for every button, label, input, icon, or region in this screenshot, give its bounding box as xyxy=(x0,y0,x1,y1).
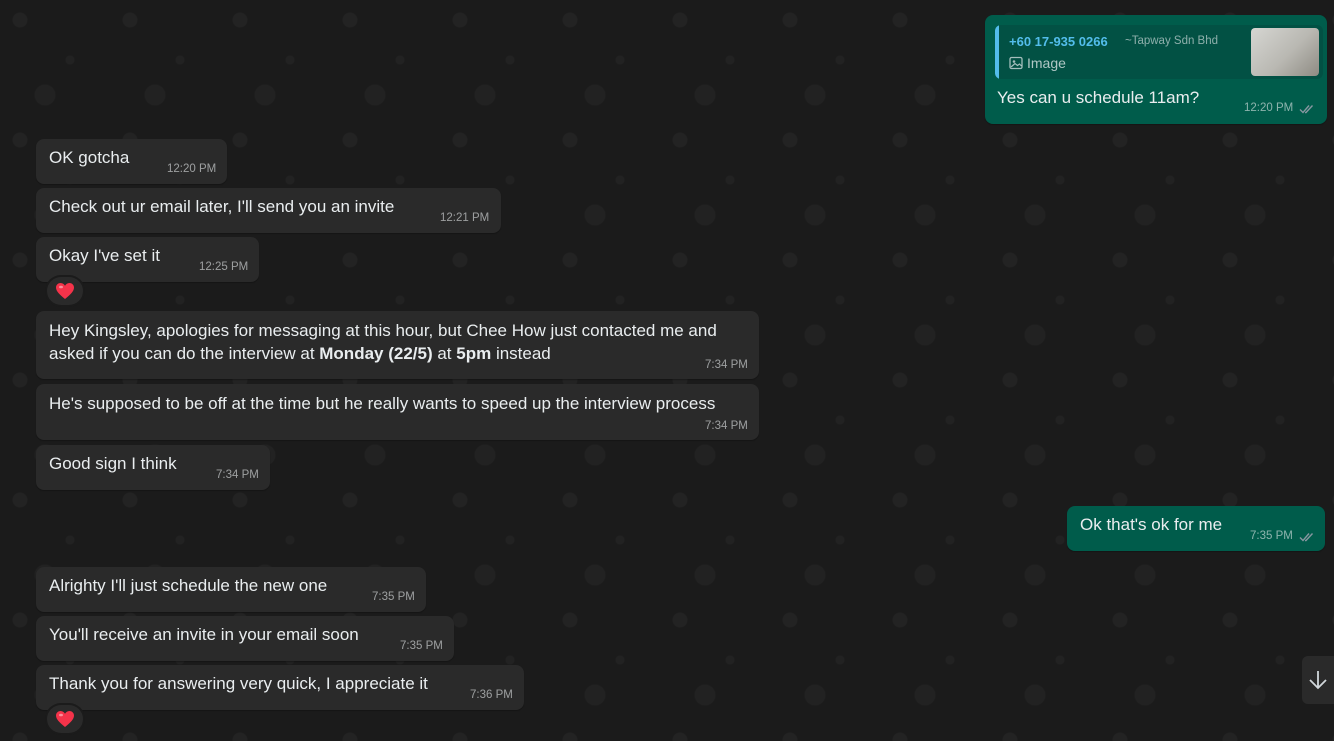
incoming-message-bubble[interactable]: OK gotcha 12:20 PM xyxy=(36,139,227,184)
incoming-message-bubble[interactable]: Alrighty I'll just schedule the new one … xyxy=(36,567,426,612)
message-text-line-1: Hey Kingsley, apologies for messaging at… xyxy=(49,321,717,340)
arrow-down-icon xyxy=(1309,671,1327,690)
image-icon xyxy=(1009,56,1023,70)
message-time: 7:35 PM xyxy=(372,591,415,603)
incoming-message-bubble[interactable]: Thank you for answering very quick, I ap… xyxy=(36,665,524,710)
message-text: Good sign I think xyxy=(49,454,177,473)
message-text: Check out ur email later, I'll send you … xyxy=(49,197,395,216)
reaction-badge[interactable] xyxy=(47,277,83,305)
outgoing-message-bubble[interactable]: +60 17-935 0266 ~Tapway Sdn Bhd Image Ye… xyxy=(985,15,1327,124)
read-ticks-icon xyxy=(1299,533,1314,542)
message-text-part: asked if you can do the interview at xyxy=(49,344,320,363)
message-text: Yes can u schedule 11am? xyxy=(997,88,1200,107)
message-time: 7:34 PM xyxy=(216,469,259,481)
quote-image-thumbnail[interactable] xyxy=(1251,28,1319,76)
message-time: 7:35 PM xyxy=(400,640,443,652)
incoming-message-bubble[interactable]: Good sign I think 7:34 PM xyxy=(36,445,270,490)
message-text: You'll receive an invite in your email s… xyxy=(49,625,359,644)
read-ticks-icon xyxy=(1299,105,1314,114)
message-time: 12:21 PM xyxy=(440,212,490,224)
message-time: 7:34 PM xyxy=(705,359,748,371)
incoming-message-bubble[interactable]: You'll receive an invite in your email s… xyxy=(36,616,454,661)
heart-reaction-icon xyxy=(56,711,74,727)
message-text: Okay I've set it xyxy=(49,246,160,265)
message-time: 12:20 PM xyxy=(167,163,217,175)
message-text: Alrighty I'll just schedule the new one xyxy=(49,576,328,595)
incoming-message-bubble[interactable]: Okay I've set it 12:25 PM xyxy=(36,237,259,282)
message-time: 12:25 PM xyxy=(199,261,249,273)
message-text-part: instead xyxy=(491,344,551,363)
quote-accent-bar xyxy=(995,25,999,79)
message-text: Ok that's ok for me xyxy=(1080,515,1223,534)
outgoing-message-bubble[interactable]: Ok that's ok for me 7:35 PM xyxy=(1067,506,1325,551)
message-text-line-2: asked if you can do the interview at Mon… xyxy=(49,342,551,366)
message-time: 7:34 PM xyxy=(705,420,748,432)
bold-date: Monday (22/5) xyxy=(319,344,433,363)
incoming-message-bubble[interactable]: Check out ur email later, I'll send you … xyxy=(36,188,501,233)
heart-reaction-icon xyxy=(56,283,74,299)
message-text: Thank you for answering very quick, I ap… xyxy=(49,674,428,693)
message-time: 7:36 PM xyxy=(470,689,513,701)
quoted-message[interactable]: +60 17-935 0266 ~Tapway Sdn Bhd Image xyxy=(995,25,1323,79)
message-time: 7:35 PM xyxy=(1250,530,1293,542)
reaction-badge[interactable] xyxy=(47,705,83,733)
message-time: 12:20 PM xyxy=(1244,102,1294,114)
quote-push-name: ~Tapway Sdn Bhd xyxy=(1125,35,1219,47)
scroll-to-bottom-button[interactable] xyxy=(1302,656,1334,704)
incoming-message-bubble[interactable]: He's supposed to be off at the time but … xyxy=(36,384,759,440)
message-text: He's supposed to be off at the time but … xyxy=(49,394,716,413)
message-text: OK gotcha xyxy=(49,148,130,167)
quote-media-label: Image xyxy=(1027,55,1066,71)
bold-time: 5pm xyxy=(456,344,492,363)
quote-author: +60 17-935 0266 xyxy=(1009,34,1108,49)
incoming-message-bubble[interactable]: Hey Kingsley, apologies for messaging at… xyxy=(36,311,759,379)
message-text-part: at xyxy=(432,344,457,363)
